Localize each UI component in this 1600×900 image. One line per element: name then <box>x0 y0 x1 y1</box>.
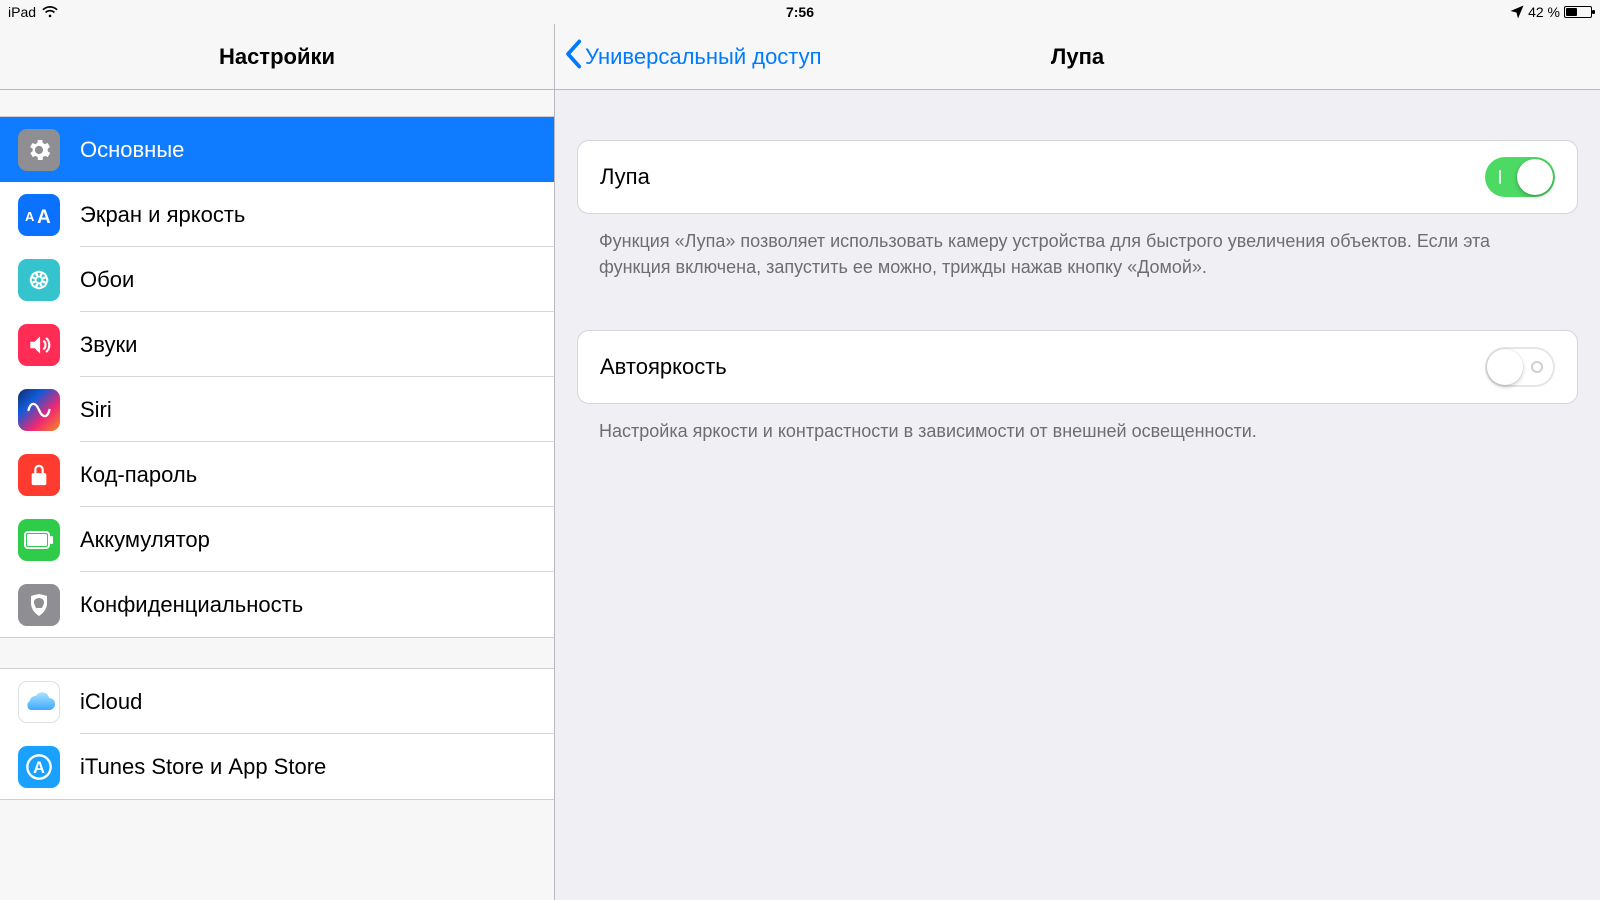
setting-label: Автояркость <box>600 354 727 380</box>
sidebar-item-wallpaper[interactable]: Обои <box>0 247 554 312</box>
battery-icon <box>18 519 60 561</box>
sidebar-item-siri[interactable]: Siri <box>0 377 554 442</box>
sidebar-item-stores[interactable]: AiTunes Store и App Store <box>0 734 554 799</box>
detail-title: Лупа <box>1051 44 1104 70</box>
detail-navbar: Универсальный доступ Лупа <box>555 24 1600 90</box>
detail-pane: Универсальный доступ Лупа Лупа Функция «Л… <box>555 24 1600 900</box>
setting-footer: Настройка яркости и контрастности в зави… <box>577 404 1578 444</box>
sidebar-item-privacy[interactable]: Конфиденциальность <box>0 572 554 637</box>
status-device: iPad <box>8 4 36 20</box>
passcode-icon <box>18 454 60 496</box>
location-icon <box>1510 5 1524 19</box>
toggle-magnifier[interactable] <box>1485 157 1555 197</box>
sidebar-item-label: Код-пароль <box>80 462 197 488</box>
sidebar-item-label: Звуки <box>80 332 137 358</box>
sidebar-item-display[interactable]: AA Экран и яркость <box>0 182 554 247</box>
store-icon: A <box>18 746 60 788</box>
sidebar-navbar: Настройки <box>0 24 554 90</box>
status-battery-pct: 42 % <box>1528 4 1560 20</box>
sidebar-item-passcode[interactable]: Код-пароль <box>0 442 554 507</box>
status-time: 7:56 <box>786 4 814 20</box>
setting-footer: Функция «Лупа» позволяет использовать ка… <box>577 214 1578 280</box>
sidebar-title: Настройки <box>219 44 335 70</box>
sidebar-item-label: Конфиденциальность <box>80 592 303 618</box>
sidebar-item-label: Основные <box>80 137 184 163</box>
display-icon: AA <box>18 194 60 236</box>
wifi-icon <box>42 6 58 18</box>
sidebar-item-label: Siri <box>80 397 112 423</box>
sidebar-item-battery[interactable]: Аккумулятор <box>0 507 554 572</box>
privacy-icon <box>18 584 60 626</box>
sidebar-item-label: iCloud <box>80 689 142 715</box>
icloud-icon <box>18 681 60 723</box>
back-label: Универсальный доступ <box>585 44 822 70</box>
settings-sidebar: Настройки ОсновныеAAЭкран и яркостьОбоиЗ… <box>0 24 555 900</box>
sidebar-item-label: iTunes Store и App Store <box>80 754 326 780</box>
siri-icon <box>18 389 60 431</box>
setting-row-magnifier: Лупа <box>578 141 1577 213</box>
svg-text:A: A <box>25 209 35 224</box>
status-bar: iPad 7:56 42 % <box>0 0 1600 24</box>
general-icon <box>18 129 60 171</box>
sidebar-item-label: Обои <box>80 267 134 293</box>
setting-row-autobright: Автояркость <box>578 331 1577 403</box>
svg-text:A: A <box>33 758 45 776</box>
sounds-icon <box>18 324 60 366</box>
chevron-left-icon <box>563 39 583 75</box>
setting-label: Лупа <box>600 164 650 190</box>
sidebar-item-label: Экран и яркость <box>80 202 245 228</box>
sidebar-item-general[interactable]: Основные <box>0 117 554 182</box>
sidebar-item-sounds[interactable]: Звуки <box>0 312 554 377</box>
wallp-icon <box>18 259 60 301</box>
toggle-autobright[interactable] <box>1485 347 1555 387</box>
svg-text:A: A <box>37 207 51 226</box>
battery-icon <box>1564 6 1592 18</box>
back-button[interactable]: Универсальный доступ <box>563 39 822 75</box>
sidebar-item-icloud[interactable]: iCloud <box>0 669 554 734</box>
sidebar-item-label: Аккумулятор <box>80 527 210 553</box>
